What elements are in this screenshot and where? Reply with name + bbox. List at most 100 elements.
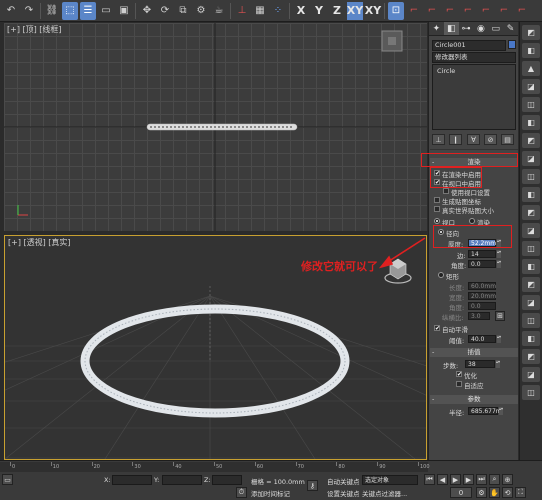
angle-spinner[interactable]: ▴▾ bbox=[497, 260, 501, 268]
window-crossing-icon[interactable]: ▣ bbox=[116, 2, 132, 20]
auto-key-label[interactable]: 自动关键点 bbox=[327, 476, 360, 486]
viewport-perspective[interactable]: [+] [透视] [真实] 修改它就可以了 bbox=[4, 235, 427, 460]
strip-icon-5[interactable]: ◫ bbox=[522, 97, 540, 112]
radius-spinner[interactable]: ▴▾ bbox=[499, 407, 503, 415]
object-name-field[interactable]: Circle001 bbox=[432, 40, 506, 51]
motion-tab-icon[interactable]: ◉ bbox=[473, 22, 488, 35]
strip-icon-12[interactable]: ◪ bbox=[522, 223, 540, 238]
strip-icon-19[interactable]: ◩ bbox=[522, 349, 540, 364]
ik-icon-5[interactable]: ⌐ bbox=[478, 2, 494, 20]
snap-toggle-icon[interactable]: ⁘ bbox=[270, 2, 286, 20]
x-coord-field[interactable] bbox=[112, 475, 152, 485]
prev-frame-icon[interactable]: ◀ bbox=[437, 474, 448, 485]
utilities-tab-icon[interactable]: ✎ bbox=[503, 22, 518, 35]
strip-icon-13[interactable]: ◫ bbox=[522, 241, 540, 256]
axis-z-button[interactable]: Z bbox=[329, 2, 345, 20]
modifier-stack[interactable]: Circle bbox=[432, 64, 516, 130]
pivot-icon[interactable]: ⊥ bbox=[234, 2, 250, 20]
make-unique-icon[interactable]: ∀ bbox=[467, 134, 480, 145]
select-rotate-icon[interactable]: ⟳ bbox=[157, 2, 173, 20]
strip-icon-20[interactable]: ◪ bbox=[522, 367, 540, 382]
real-world-map-checkbox[interactable] bbox=[434, 206, 440, 212]
strip-icon-15[interactable]: ◩ bbox=[522, 277, 540, 292]
z-coord-field[interactable] bbox=[212, 475, 242, 485]
thickness-spinner[interactable]: ▴▾ bbox=[497, 239, 501, 247]
constraint-icon[interactable]: ⊡ bbox=[388, 1, 404, 20]
goto-end-icon[interactable]: ⏭ bbox=[476, 474, 487, 485]
strip-icon-2[interactable]: ◧ bbox=[522, 43, 540, 58]
viewport-top[interactable]: [+] [顶] [线框] bbox=[4, 23, 427, 231]
viewport-top-label[interactable]: [+] [顶] [线框] bbox=[7, 24, 62, 35]
strip-icon-6[interactable]: ◧ bbox=[522, 115, 540, 130]
snap-grid-icon[interactable]: ▦ bbox=[252, 2, 268, 20]
threshold-spinner[interactable]: ▴▾ bbox=[497, 335, 501, 343]
pin-stack-icon[interactable]: ⊥ bbox=[432, 134, 445, 145]
adaptive-checkbox[interactable] bbox=[456, 381, 462, 387]
thickness-field[interactable]: 52.2mm bbox=[468, 239, 496, 247]
hierarchy-tab-icon[interactable]: ⊶ bbox=[459, 22, 474, 35]
add-time-tag-icon[interactable]: ⏱ bbox=[236, 487, 247, 498]
viewport-perspective-label[interactable]: [+] [透视] [真实] bbox=[8, 237, 71, 248]
steps-spinner[interactable]: ▴▾ bbox=[496, 360, 500, 368]
strip-icon-11[interactable]: ◩ bbox=[522, 205, 540, 220]
strip-icon-1[interactable]: ◩ bbox=[522, 25, 540, 40]
strip-icon-16[interactable]: ◪ bbox=[522, 295, 540, 310]
zoom-icon[interactable]: ⌕ bbox=[489, 474, 500, 485]
render-radio[interactable] bbox=[469, 218, 475, 224]
enable-in-viewport-checkbox[interactable]: ✔ bbox=[434, 179, 440, 186]
pan-icon[interactable]: ✋ bbox=[489, 487, 500, 498]
time-config-icon[interactable]: ⚙ bbox=[476, 487, 487, 498]
threshold-field[interactable]: 40.0 bbox=[468, 335, 496, 343]
axis-xy-button[interactable]: XY bbox=[347, 1, 363, 20]
timeline-ruler[interactable]: 0 10 20 30 40 50 60 70 80 90 100 bbox=[0, 462, 430, 472]
strip-icon-8[interactable]: ◪ bbox=[522, 151, 540, 166]
strip-icon-21[interactable]: ◫ bbox=[522, 385, 540, 400]
strip-icon-4[interactable]: ◪ bbox=[522, 79, 540, 94]
generate-mapping-checkbox[interactable] bbox=[434, 197, 440, 203]
axis-xy-cycle-button[interactable]: XY bbox=[365, 2, 381, 20]
radius-field[interactable]: 685.677m bbox=[468, 407, 502, 415]
create-tab-icon[interactable]: ✦ bbox=[429, 22, 444, 35]
remove-modifier-icon[interactable]: ⊘ bbox=[484, 134, 497, 145]
add-time-tag-label[interactable]: 添加时间标记 bbox=[251, 488, 290, 498]
y-coord-field[interactable] bbox=[162, 475, 202, 485]
set-key-label[interactable]: 设置关键点 bbox=[327, 488, 360, 498]
script-listener-icon[interactable]: ▭ bbox=[2, 474, 13, 485]
width-field[interactable]: 20.0mm bbox=[468, 292, 496, 300]
next-frame-icon[interactable]: ▶ bbox=[463, 474, 474, 485]
select-scale-icon[interactable]: ⧉ bbox=[175, 2, 191, 20]
auto-smooth-checkbox[interactable]: ✔ bbox=[434, 325, 440, 332]
strip-icon-14[interactable]: ◧ bbox=[522, 259, 540, 274]
ik-icon-4[interactable]: ⌐ bbox=[460, 2, 476, 20]
selection-region-icon[interactable]: ▭ bbox=[98, 2, 114, 20]
frame-field-icon[interactable]: 0 bbox=[450, 487, 472, 498]
key-filters-label[interactable]: 关键点过滤器... bbox=[362, 488, 407, 498]
strip-icon-10[interactable]: ◧ bbox=[522, 187, 540, 202]
display-tab-icon[interactable]: ▭ bbox=[488, 22, 503, 35]
sides-field[interactable]: 14 bbox=[468, 250, 496, 258]
zoom-all-icon[interactable]: ⊕ bbox=[502, 474, 513, 485]
ik-icon-1[interactable]: ⌐ bbox=[406, 2, 422, 20]
ik-icon-7[interactable]: ⌐ bbox=[514, 2, 530, 20]
select-by-name-icon[interactable]: ☰ bbox=[80, 1, 96, 20]
ik-icon-2[interactable]: ⌐ bbox=[424, 2, 440, 20]
select-link-icon[interactable]: ⛓ bbox=[44, 2, 60, 20]
ik-icon-3[interactable]: ⌐ bbox=[442, 2, 458, 20]
aspect-field[interactable]: 3.0 bbox=[468, 312, 490, 320]
goto-start-icon[interactable]: ⏮ bbox=[424, 474, 435, 485]
parameters-rollout-header[interactable]: - 参数 bbox=[430, 395, 518, 404]
strip-icon-17[interactable]: ◫ bbox=[522, 313, 540, 328]
undo-icon[interactable]: ↶ bbox=[3, 2, 19, 20]
selected-dropdown[interactable]: 选定对象 bbox=[362, 475, 418, 485]
orbit-icon[interactable]: ⟲ bbox=[502, 487, 513, 498]
stack-item-circle[interactable]: Circle bbox=[433, 65, 515, 77]
length-field[interactable]: 60.0mm bbox=[468, 282, 496, 290]
select-move-icon[interactable]: ✥ bbox=[139, 2, 155, 20]
viewport-radio[interactable] bbox=[434, 218, 440, 224]
play-icon[interactable]: ▶ bbox=[450, 474, 461, 485]
strip-icon-18[interactable]: ◧ bbox=[522, 331, 540, 346]
steps-field[interactable]: 38 bbox=[465, 360, 495, 368]
strip-icon-3[interactable]: ▲ bbox=[522, 61, 540, 76]
angle-field[interactable]: 0.0 bbox=[468, 260, 496, 268]
ik-icon-6[interactable]: ⌐ bbox=[496, 2, 512, 20]
